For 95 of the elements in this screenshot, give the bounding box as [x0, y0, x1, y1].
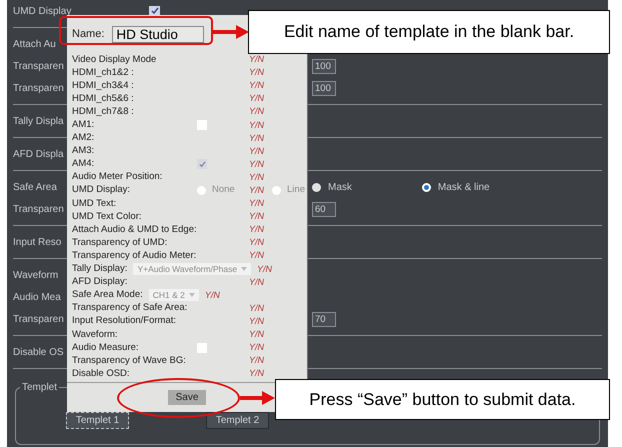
setting-label: Tally Displa — [13, 114, 64, 128]
setting-label: Attach Au — [13, 38, 56, 52]
yes-no-text: Y/N — [249, 106, 264, 118]
field-label: UMD Text Color: — [72, 210, 143, 223]
yes-no-text: Y/N — [249, 250, 264, 262]
yes-no-text: Y/N — [249, 224, 264, 236]
yes-no-text: Y/N — [249, 54, 264, 66]
yes-no-text: Y/N — [249, 329, 264, 340]
value-field[interactable]: 70 — [312, 312, 336, 326]
field-label: Waveform: — [72, 328, 119, 341]
yes-no-text: Y/N — [249, 132, 264, 144]
yes-no-text: Y/N — [249, 67, 264, 78]
field-label: AM2: — [72, 132, 96, 144]
save-button[interactable]: Save — [168, 390, 206, 405]
field-label: AM4: — [72, 158, 96, 170]
field-label: Video Display Mode — [72, 54, 158, 66]
field-label: UMD Text: — [72, 198, 118, 210]
setting-label: Input Reso — [13, 236, 62, 250]
group-title: Templet — [20, 380, 60, 395]
setting-label: Disable OS — [13, 346, 64, 360]
yes-no-text: Y/N — [249, 316, 264, 327]
field-label: HDMI_ch3&4 : — [72, 80, 135, 92]
check-icon — [150, 7, 159, 15]
radio-button[interactable] — [422, 182, 431, 192]
field-label: HDMI_ch1&2 : — [72, 66, 135, 79]
yes-no-text: Y/N — [249, 120, 264, 131]
field-label: HDMI_ch5&6 : — [72, 92, 135, 105]
setting-label: Transparen — [13, 82, 64, 96]
yes-no-text: Y/N — [249, 211, 264, 222]
name-label: Name: — [72, 26, 104, 42]
radio-button[interactable] — [312, 182, 321, 192]
field-label: Input Resolution/Format: — [72, 315, 178, 328]
field-label: Audio Measure: — [72, 342, 140, 354]
yes-no-text: Y/N — [257, 264, 272, 275]
checkbox[interactable] — [197, 342, 207, 353]
radio-label: Mask — [328, 180, 352, 194]
arrow-icon — [240, 391, 275, 405]
name-field[interactable]: HD Studio — [112, 26, 204, 42]
yes-no-text: Y/N — [249, 93, 264, 104]
yes-no-text: Y/N — [249, 184, 264, 196]
arrow-icon — [212, 25, 249, 39]
setting-label: AFD Displa — [13, 148, 64, 162]
field-label: AM3: — [72, 145, 96, 158]
radio-button[interactable] — [197, 186, 206, 195]
setting-label: Waveform — [13, 268, 58, 282]
setting-label: Transparen — [13, 312, 64, 326]
setting-label: UMD Display — [13, 4, 72, 18]
dropdown[interactable]: Y+Audio Waveform/Phase — [133, 263, 252, 276]
radio-label: Line — [287, 183, 305, 198]
field-label: Transparency of Audio Meter: — [72, 250, 197, 262]
yes-no-text: Y/N — [249, 172, 264, 183]
setting-label: Transparen — [13, 60, 64, 74]
checkbox[interactable] — [149, 6, 160, 16]
yes-no-text: Y/N — [249, 146, 264, 157]
value-field[interactable]: 100 — [312, 80, 336, 96]
field-label: Audio Meter Position: — [72, 171, 164, 184]
yes-no-text: Y/N — [249, 276, 264, 288]
templet-button[interactable]: Templet 2 — [206, 412, 269, 429]
radio-button[interactable] — [272, 186, 282, 195]
check-icon — [198, 160, 206, 168]
value-field[interactable]: 60 — [312, 202, 336, 216]
yes-no-text: Y/N — [249, 80, 264, 92]
field-label: AM1: — [72, 119, 96, 132]
yes-no-text: Y/N — [249, 198, 264, 210]
yes-no-text: Y/N — [249, 302, 264, 314]
yes-no-text: Y/N — [249, 342, 264, 354]
callout-box: Press “Save” button to submit data. — [275, 379, 610, 420]
checkbox[interactable] — [197, 159, 207, 170]
templet-button[interactable]: Templet 1 — [66, 412, 129, 429]
field-label: AFD Display: — [72, 276, 128, 288]
dropdown[interactable]: CH1 & 2 — [148, 289, 199, 302]
radio-label: None — [212, 183, 235, 198]
yes-no-text: Y/N — [249, 355, 264, 366]
field-label: Tally Display: — [72, 263, 128, 276]
field-label: Safe Area Mode: — [72, 289, 143, 302]
field-label: Attach Audio & UMD to Edge: — [72, 224, 197, 236]
checkbox[interactable] — [197, 120, 207, 130]
yes-no-text: Y/N — [249, 237, 264, 248]
callout-box: Edit name of template in the blank bar. — [248, 10, 610, 54]
yes-no-text: Y/N — [249, 368, 264, 380]
yes-no-text: Y/N — [249, 158, 264, 170]
field-label: UMD Display: — [72, 184, 132, 196]
field-label: Transparency of Safe Area: — [72, 302, 188, 314]
caret-icon — [241, 267, 248, 272]
value-field[interactable]: 100 — [312, 58, 336, 74]
setting-label: Audio Mea — [13, 290, 61, 304]
field-label: Transparency of Wave BG: — [72, 354, 187, 367]
radio-label: Mask & line — [438, 180, 490, 194]
setting-label: Safe Area — [13, 180, 57, 194]
setting-label: Transparen — [13, 202, 64, 216]
caret-icon — [188, 293, 195, 298]
field-label: Disable OSD: — [72, 368, 131, 380]
yes-no-text: Y/N — [204, 290, 220, 301]
field-label: HDMI_ch7&8 : — [72, 106, 135, 118]
field-label: Transparency of UMD: — [72, 236, 168, 249]
